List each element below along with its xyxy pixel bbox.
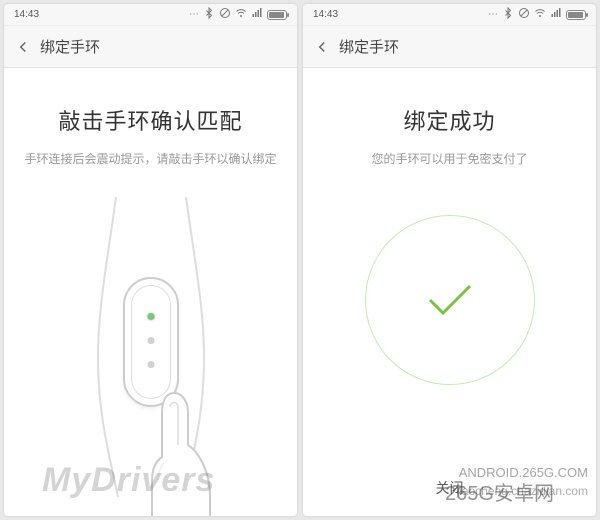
signal-icon: [251, 7, 263, 22]
dnd-icon: [518, 7, 530, 22]
wifi-icon: [534, 7, 546, 22]
status-bar: 14:43 ⋯: [4, 4, 297, 26]
status-bar: 14:43 ⋯: [303, 4, 596, 26]
nav-title: 绑定手环: [339, 36, 399, 57]
status-time: 14:43: [14, 9, 39, 20]
subheading-pairing: 手环连接后会震动提示，请敲击手环以确认绑定: [24, 150, 276, 167]
close-button[interactable]: 关闭: [303, 478, 596, 498]
content-success: 绑定成功 您的手环可以用于免密支付了 关闭: [303, 68, 596, 516]
bluetooth-icon: [203, 7, 215, 22]
more-icon: ⋯: [488, 9, 498, 20]
heading-pairing: 敲击手环确认匹配: [58, 104, 242, 136]
success-circle: [365, 215, 535, 385]
bluetooth-icon: [502, 7, 514, 22]
nav-bar: 绑定手环: [4, 26, 297, 68]
band-led: [147, 361, 154, 368]
band-led-active: [147, 313, 154, 320]
nav-bar: 绑定手环: [303, 26, 596, 68]
heading-success: 绑定成功: [403, 104, 495, 136]
battery-icon: [267, 10, 287, 20]
illustration-tap-band: [41, 197, 261, 497]
check-icon: [427, 282, 473, 318]
band-led: [147, 337, 154, 344]
phone-screen-success: 14:43 ⋯ 绑定手环 绑定成功 您的手环可以用于免密支付了: [303, 4, 596, 516]
status-icons: ⋯: [189, 7, 287, 22]
phone-screen-pairing: 14:43 ⋯ 绑定手环 敲击手环确认匹配 手环连接后会震动提示，请敲击手环以确…: [4, 4, 297, 516]
more-icon: ⋯: [189, 9, 199, 20]
dnd-icon: [219, 7, 231, 22]
subheading-success: 您的手环可以用于免密支付了: [371, 150, 527, 167]
nav-title: 绑定手环: [40, 36, 100, 57]
back-icon[interactable]: [313, 38, 331, 56]
wifi-icon: [235, 7, 247, 22]
finger-icon: [146, 387, 216, 516]
status-icons: ⋯: [488, 7, 586, 22]
status-time: 14:43: [313, 9, 338, 20]
back-icon[interactable]: [14, 38, 32, 56]
content-pairing: 敲击手环确认匹配 手环连接后会震动提示，请敲击手环以确认绑定: [4, 68, 297, 516]
signal-icon: [550, 7, 562, 22]
battery-icon: [566, 10, 586, 20]
